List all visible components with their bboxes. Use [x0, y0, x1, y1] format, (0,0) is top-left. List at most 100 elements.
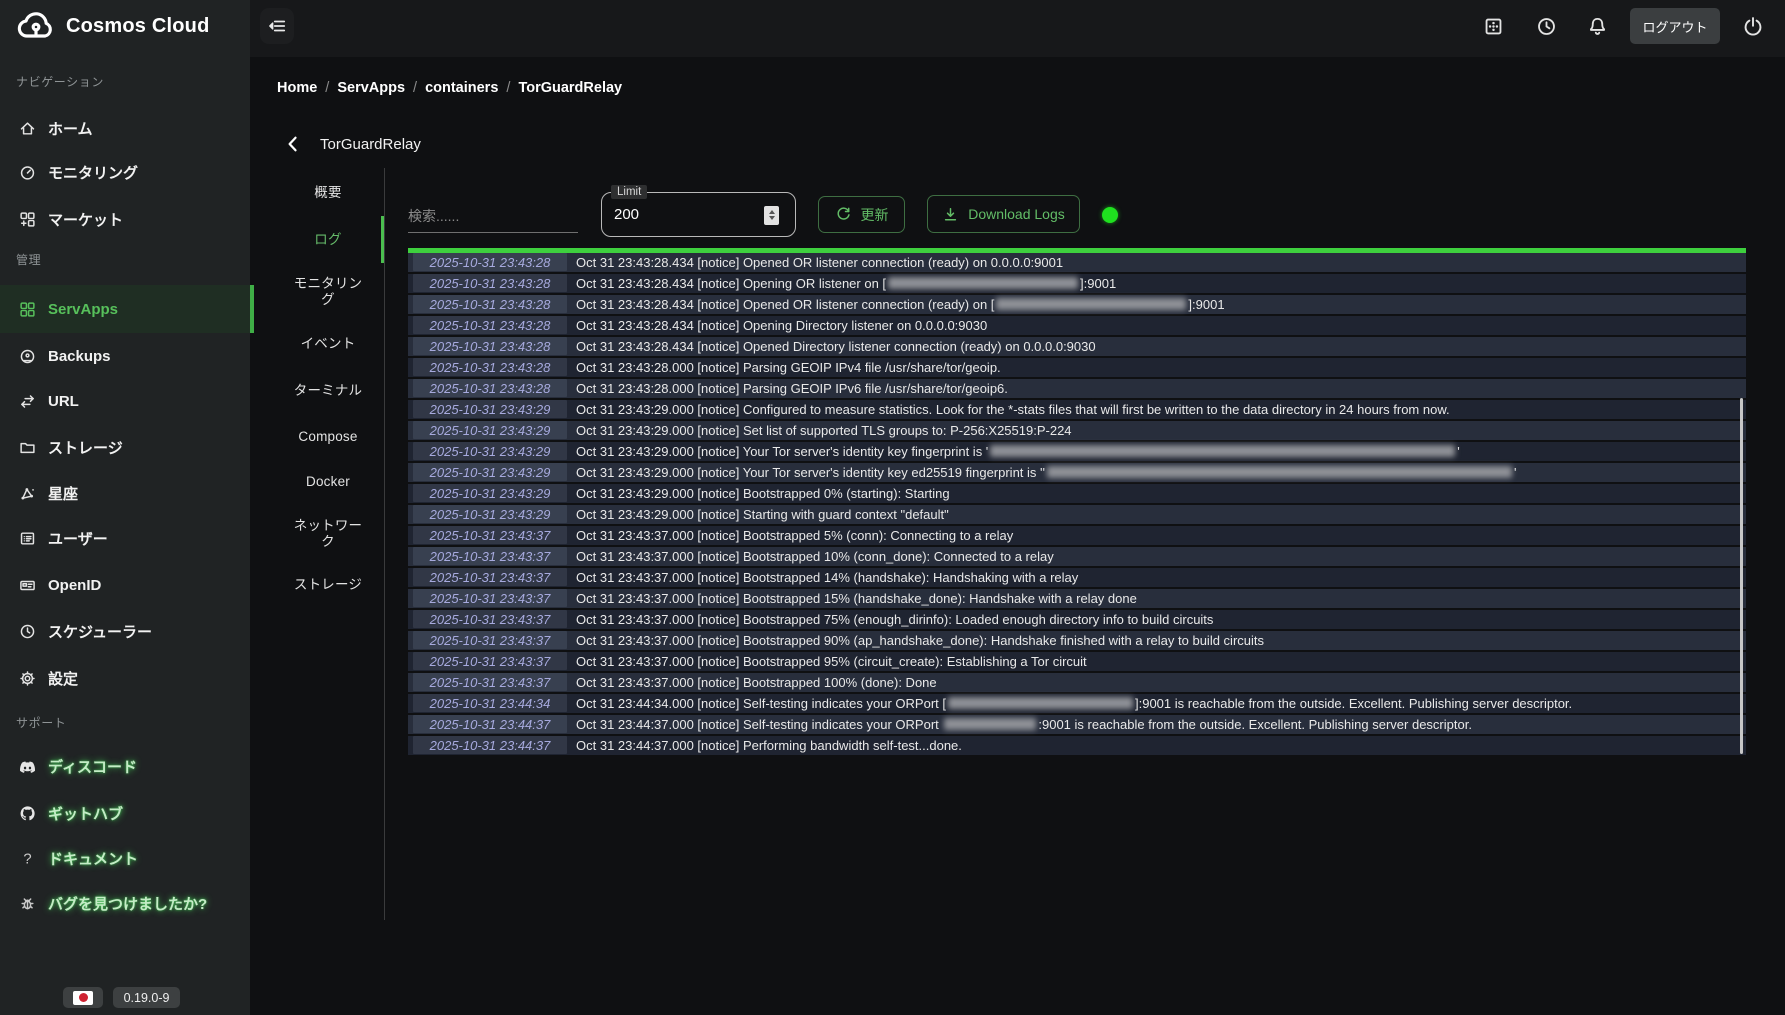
log-message: Oct 31 23:43:29.000 [notice] Set list of… [576, 421, 1072, 440]
sidebar-item-backups[interactable]: Backups [0, 340, 250, 372]
version-badge[interactable]: 0.19.0-9 [113, 987, 180, 1008]
sidebar-toggle-button[interactable] [260, 8, 294, 44]
sidebar-section-label: サポート [16, 714, 66, 730]
sidebar-item-market[interactable]: マーケット [0, 203, 250, 235]
log-message: Oct 31 23:43:28.434 [notice] Opened Dire… [576, 337, 1096, 356]
sidebar-item-openid[interactable]: OpenID [0, 569, 250, 601]
log-message: Oct 31 23:43:37.000 [notice] Bootstrappe… [576, 568, 1078, 587]
log-timestamp: 2025-10-31 23:43:37 [413, 652, 567, 670]
log-message: Oct 31 23:43:28.434 [notice] Opened OR l… [576, 295, 1225, 314]
tab-ネットワーク[interactable]: ネットワーク [290, 518, 366, 549]
tab-ターミナル[interactable]: ターミナル [290, 383, 366, 399]
sidebar-item-label: Backups [48, 348, 111, 365]
cloud-lock-icon [16, 6, 56, 46]
log-timestamp: 2025-10-31 23:44:34 [413, 694, 567, 712]
sidebar-item-github[interactable]: ギットハブ [0, 797, 250, 829]
bug-icon [19, 895, 36, 912]
log-timestamp: 2025-10-31 23:43:28 [413, 358, 567, 376]
notifications-bell-icon [1587, 16, 1608, 37]
log-row: 2025-10-31 23:43:28 Oct 31 23:43:28.434 [… [408, 337, 1746, 356]
constellation-icon [19, 485, 36, 502]
log-row: 2025-10-31 23:44:37Oct 31 23:44:37.000 [… [408, 736, 1746, 755]
history-icon [1536, 16, 1557, 37]
sidebar-item-discord[interactable]: ディスコード [0, 750, 250, 782]
sidebar-item-url[interactable]: URL [0, 385, 250, 417]
server-apps-icon [1483, 16, 1504, 37]
history-icon-button[interactable] [1534, 14, 1558, 38]
sidebar-item-users[interactable]: ユーザー [0, 522, 250, 554]
tab-ストレージ[interactable]: ストレージ [290, 577, 366, 593]
sidebar-item-label: ホーム [48, 118, 93, 139]
cosmos-cloud-app: Cosmos Cloud ナビゲーションホームモニタリングマーケット管理Serv… [0, 0, 1785, 1015]
log-message: Oct 31 23:43:28.434 [notice] Opening Dir… [576, 316, 987, 335]
sidebar-item-label: ストレージ [48, 437, 123, 458]
tab-ログ[interactable]: ログ [290, 232, 366, 248]
back-button[interactable] [283, 134, 303, 154]
download-logs-button[interactable]: Download Logs [927, 195, 1080, 233]
language-button[interactable] [63, 987, 103, 1008]
sidebar-item-settings[interactable]: 設定 [0, 662, 250, 694]
market-icon [19, 211, 36, 228]
log-search-input[interactable]: 検索...... [408, 206, 578, 233]
tab-Compose[interactable]: Compose [290, 429, 366, 445]
sidebar-item-home[interactable]: ホーム [0, 112, 250, 144]
log-message: Oct 31 23:43:29.000 [notice] Configured … [576, 400, 1450, 419]
refresh-button[interactable]: 更新 [818, 196, 905, 233]
folder-icon [19, 439, 36, 456]
log-timestamp: 2025-10-31 23:43:29 [413, 421, 567, 439]
log-scrollbar-thumb[interactable] [1740, 398, 1743, 754]
backup-icon [19, 348, 36, 365]
log-timestamp: 2025-10-31 23:44:37 [413, 736, 567, 754]
refresh-icon [835, 206, 852, 223]
sidebar-item-docs[interactable]: ?ドキュメント [0, 842, 250, 874]
sidebar-item-servapps[interactable]: ServApps [0, 285, 254, 333]
sidebar-item-label: バグを見つけましたか? [48, 893, 207, 914]
download-icon [942, 206, 959, 223]
sidebar-section-label: 管理 [16, 251, 41, 267]
notifications-bell-icon-button[interactable] [1585, 14, 1609, 38]
sidebar-item-scheduler[interactable]: スケジューラー [0, 615, 250, 647]
caret-down-icon[interactable] [769, 216, 775, 220]
sidebar-item-bug[interactable]: バグを見つけましたか? [0, 887, 250, 919]
sidebar-item-constellation[interactable]: 星座 [0, 477, 250, 509]
log-message: Oct 31 23:43:37.000 [notice] Bootstrappe… [576, 526, 1013, 545]
log-message: Oct 31 23:43:28.000 [notice] Parsing GEO… [576, 379, 1008, 398]
breadcrumb-separator: / [506, 80, 510, 96]
log-message: Oct 31 23:43:29.000 [notice] Starting wi… [576, 505, 949, 524]
sidebar-item-label: マーケット [48, 209, 123, 230]
sidebar-item-label: ユーザー [48, 528, 108, 549]
tab-概要[interactable]: 概要 [290, 185, 366, 201]
breadcrumb-separator: / [325, 80, 329, 96]
log-timestamp: 2025-10-31 23:43:37 [413, 610, 567, 628]
users-icon [19, 530, 36, 547]
log-row: 2025-10-31 23:43:37Oct 31 23:43:37.000 [… [408, 631, 1746, 650]
redacted-text [996, 298, 1186, 310]
caret-up-icon[interactable] [769, 210, 775, 214]
server-apps-icon-button[interactable] [1481, 14, 1505, 38]
limit-input[interactable]: Limit 200 [601, 192, 796, 237]
logout-button[interactable]: ログアウト [1630, 8, 1720, 44]
log-timestamp: 2025-10-31 23:43:28 [413, 337, 567, 355]
breadcrumb-item[interactable]: ServApps [337, 80, 405, 96]
limit-stepper[interactable] [764, 206, 779, 225]
log-row: 2025-10-31 23:43:29Oct 31 23:43:29.000 [… [408, 463, 1746, 482]
tab-モニタリング[interactable]: モニタリング [290, 276, 366, 307]
github-icon [19, 805, 36, 822]
sidebar-item-monitoring[interactable]: モニタリング [0, 156, 250, 188]
sidebar-item-storage[interactable]: ストレージ [0, 431, 250, 463]
log-row: 2025-10-31 23:43:37Oct 31 23:43:37.000 [… [408, 673, 1746, 692]
breadcrumb-item[interactable]: Home [277, 80, 317, 96]
redacted-text [888, 277, 1078, 289]
gear-icon [19, 670, 36, 687]
tab-Docker[interactable]: Docker [290, 474, 366, 490]
tab-イベント[interactable]: イベント [290, 336, 366, 352]
breadcrumb-item[interactable]: TorGuardRelay [518, 80, 622, 96]
menu-open-icon [267, 16, 287, 36]
breadcrumb-item[interactable]: containers [425, 80, 498, 96]
redacted-text [948, 697, 1133, 709]
discord-icon [19, 758, 36, 775]
log-row: 2025-10-31 23:43:28Oct 31 23:43:28.000 [… [408, 358, 1746, 377]
log-row: 2025-10-31 23:43:29Oct 31 23:43:29.000 [… [408, 484, 1746, 503]
log-row: 2025-10-31 23:44:37Oct 31 23:44:37.000 [… [408, 715, 1746, 734]
power-button[interactable] [1741, 14, 1765, 38]
